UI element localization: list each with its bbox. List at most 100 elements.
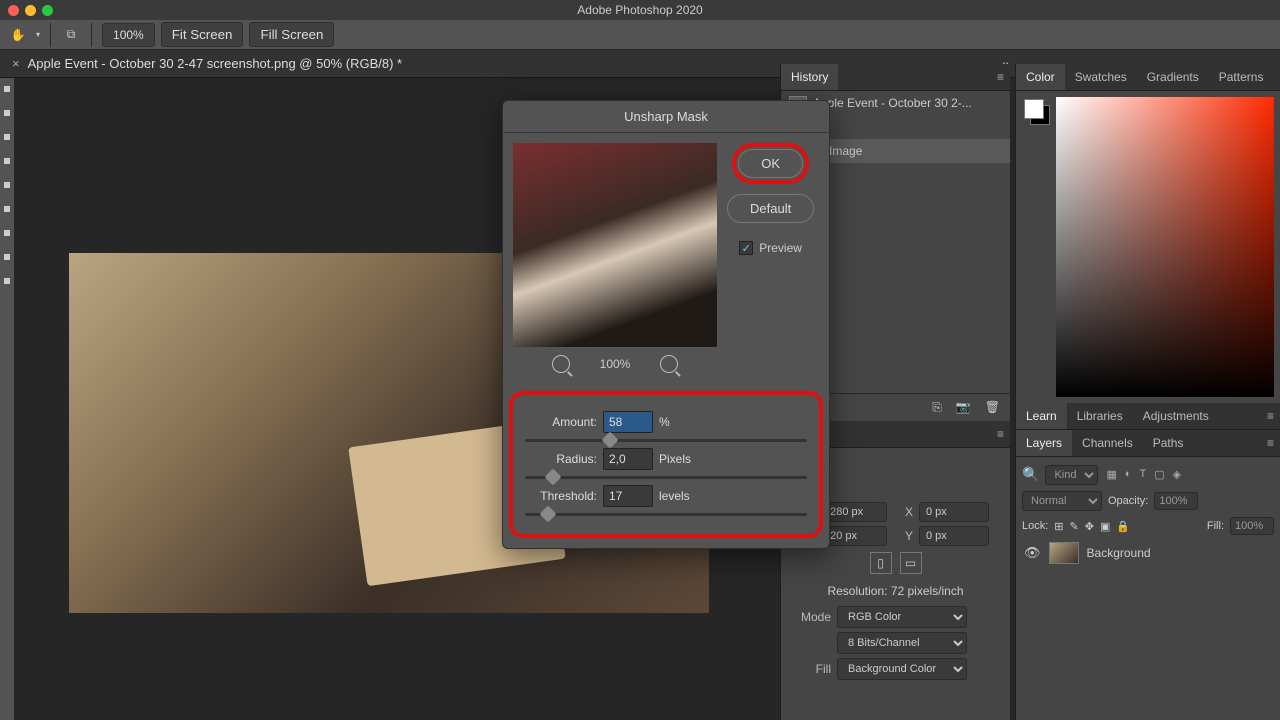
layers-panel: 🔍 Kind ▦ ◐ T ▢ ◈ Normal Opacity: Lock: ⊞…: [1016, 457, 1280, 572]
tab-paths[interactable]: Paths: [1143, 430, 1194, 456]
threshold-field[interactable]: [603, 485, 653, 507]
tab-channels[interactable]: Channels: [1072, 430, 1143, 456]
filter-smart-icon[interactable]: ◈: [1173, 468, 1181, 481]
preview-checkbox[interactable]: ✓: [739, 241, 753, 255]
panel-menu-icon[interactable]: ≡: [1261, 436, 1280, 450]
tab-swatches[interactable]: Swatches: [1065, 64, 1137, 90]
fill-select[interactable]: Background Color: [837, 658, 967, 680]
color-mode-select[interactable]: RGB Color: [837, 606, 967, 628]
app-titlebar: Adobe Photoshop 2020: [0, 0, 1280, 20]
layer-row[interactable]: 👁 Background: [1022, 538, 1274, 568]
tab-color[interactable]: Color: [1016, 64, 1065, 90]
threshold-slider[interactable]: [525, 513, 807, 516]
tool-icon[interactable]: [4, 254, 10, 260]
fill-label: Fill:: [1207, 520, 1224, 532]
blend-mode-select[interactable]: Normal: [1022, 491, 1102, 511]
tab-layers[interactable]: Layers: [1016, 430, 1072, 456]
preview-checkbox-label: Preview: [759, 241, 802, 255]
fill-screen-button[interactable]: Fill Screen: [249, 22, 334, 47]
trash-icon[interactable]: 🗑: [985, 400, 1000, 415]
hand-tool-icon[interactable]: ✋: [8, 25, 28, 45]
filter-preview[interactable]: [513, 143, 717, 347]
slider-thumb-icon[interactable]: [545, 469, 562, 486]
amount-slider[interactable]: [525, 439, 807, 442]
tool-icon[interactable]: [4, 158, 10, 164]
filter-shape-icon[interactable]: ▢: [1154, 468, 1164, 481]
tab-gradients[interactable]: Gradients: [1137, 64, 1209, 90]
layer-thumbnail[interactable]: [1049, 542, 1079, 564]
slider-thumb-icon[interactable]: [539, 506, 556, 523]
lock-transparency-icon[interactable]: ⊞: [1054, 520, 1063, 533]
ok-button[interactable]: OK: [738, 149, 803, 178]
filter-adjust-icon[interactable]: ◐: [1125, 468, 1132, 481]
threshold-label: Threshold:: [525, 489, 597, 503]
learn-panel-tabs: Learn Libraries Adjustments ≡: [1016, 403, 1280, 430]
divider: [91, 23, 92, 47]
divider: [50, 23, 51, 47]
close-window-icon[interactable]: [8, 5, 19, 16]
right-panel-stack: Color Swatches Gradients Patterns ≡ Lear…: [1015, 64, 1280, 720]
window-controls: [8, 5, 53, 16]
fill-label: Fill: [791, 662, 831, 676]
tab-learn[interactable]: Learn: [1016, 403, 1067, 429]
fit-screen-button[interactable]: Fit Screen: [161, 22, 244, 47]
tab-patterns[interactable]: Patterns: [1209, 64, 1274, 90]
tool-icon[interactable]: [4, 134, 10, 140]
portrait-icon[interactable]: ▯: [870, 552, 892, 574]
slider-thumb-icon[interactable]: [601, 432, 618, 449]
lock-position-icon[interactable]: ✥: [1085, 520, 1094, 533]
maximize-window-icon[interactable]: [42, 5, 53, 16]
options-bar: ✋ ▾ ⧉ 100% Fit Screen Fill Screen: [0, 20, 1280, 50]
tool-icon[interactable]: [4, 230, 10, 236]
scroll-all-windows-icon[interactable]: ⧉: [61, 25, 81, 45]
tool-preset-dropdown-icon[interactable]: ▾: [36, 30, 40, 39]
radius-label: Radius:: [525, 452, 597, 466]
default-button[interactable]: Default: [727, 194, 814, 223]
lock-pixels-icon[interactable]: ✎: [1070, 520, 1079, 533]
opacity-field: [1154, 492, 1198, 510]
amount-field[interactable]: [603, 411, 653, 433]
ok-highlight: OK: [732, 143, 809, 184]
lock-all-icon[interactable]: 🔒: [1116, 520, 1130, 533]
snapshot-icon[interactable]: 📷: [956, 400, 971, 415]
tool-icon[interactable]: [4, 206, 10, 212]
filter-type-icon[interactable]: T: [1140, 468, 1147, 481]
tool-icon[interactable]: [4, 110, 10, 116]
panel-menu-icon[interactable]: ≡: [1261, 409, 1280, 423]
tab-libraries[interactable]: Libraries: [1067, 403, 1133, 429]
zoom-in-icon[interactable]: [660, 355, 678, 373]
visibility-eye-icon[interactable]: 👁: [1024, 545, 1041, 561]
search-icon[interactable]: 🔍: [1022, 466, 1039, 483]
app-title: Adobe Photoshop 2020: [577, 3, 702, 17]
tool-icon[interactable]: [4, 86, 10, 92]
resolution-label: Resolution: 72 pixels/inch: [791, 580, 1000, 602]
radius-field[interactable]: [603, 448, 653, 470]
color-panel-tabs: Color Swatches Gradients Patterns ≡: [1016, 64, 1280, 91]
tab-history[interactable]: History: [781, 64, 838, 90]
filter-pixel-icon[interactable]: ▦: [1106, 468, 1116, 481]
bit-depth-select[interactable]: 8 Bits/Channel: [837, 632, 967, 654]
layer-filter-select[interactable]: Kind: [1045, 465, 1098, 485]
landscape-icon[interactable]: ▭: [900, 552, 922, 574]
close-tab-icon[interactable]: ×: [12, 56, 20, 71]
radius-slider[interactable]: [525, 476, 807, 479]
foreground-color-swatch[interactable]: [1024, 99, 1044, 119]
tool-icon[interactable]: [4, 182, 10, 188]
color-spectrum[interactable]: [1056, 97, 1274, 397]
panel-menu-icon[interactable]: ≡: [991, 70, 1010, 84]
document-tab-title: Apple Event - October 30 2-47 screenshot…: [28, 56, 403, 71]
y-label: Y: [893, 529, 913, 543]
document-tab[interactable]: × Apple Event - October 30 2-47 screensh…: [12, 56, 402, 71]
x-field: [919, 502, 989, 522]
zoom-out-icon[interactable]: [552, 355, 570, 373]
history-panel-tabs: History ≡: [781, 64, 1010, 91]
lock-artboard-icon[interactable]: ▣: [1100, 520, 1110, 533]
create-document-icon[interactable]: ⎘: [932, 400, 942, 415]
panel-menu-icon[interactable]: ≡: [1273, 70, 1280, 84]
panel-menu-icon[interactable]: ≡: [991, 427, 1010, 441]
amount-unit: %: [659, 415, 670, 429]
zoom-level[interactable]: 100%: [102, 23, 155, 47]
minimize-window-icon[interactable]: [25, 5, 36, 16]
tab-adjustments[interactable]: Adjustments: [1133, 403, 1219, 429]
tool-icon[interactable]: [4, 278, 10, 284]
